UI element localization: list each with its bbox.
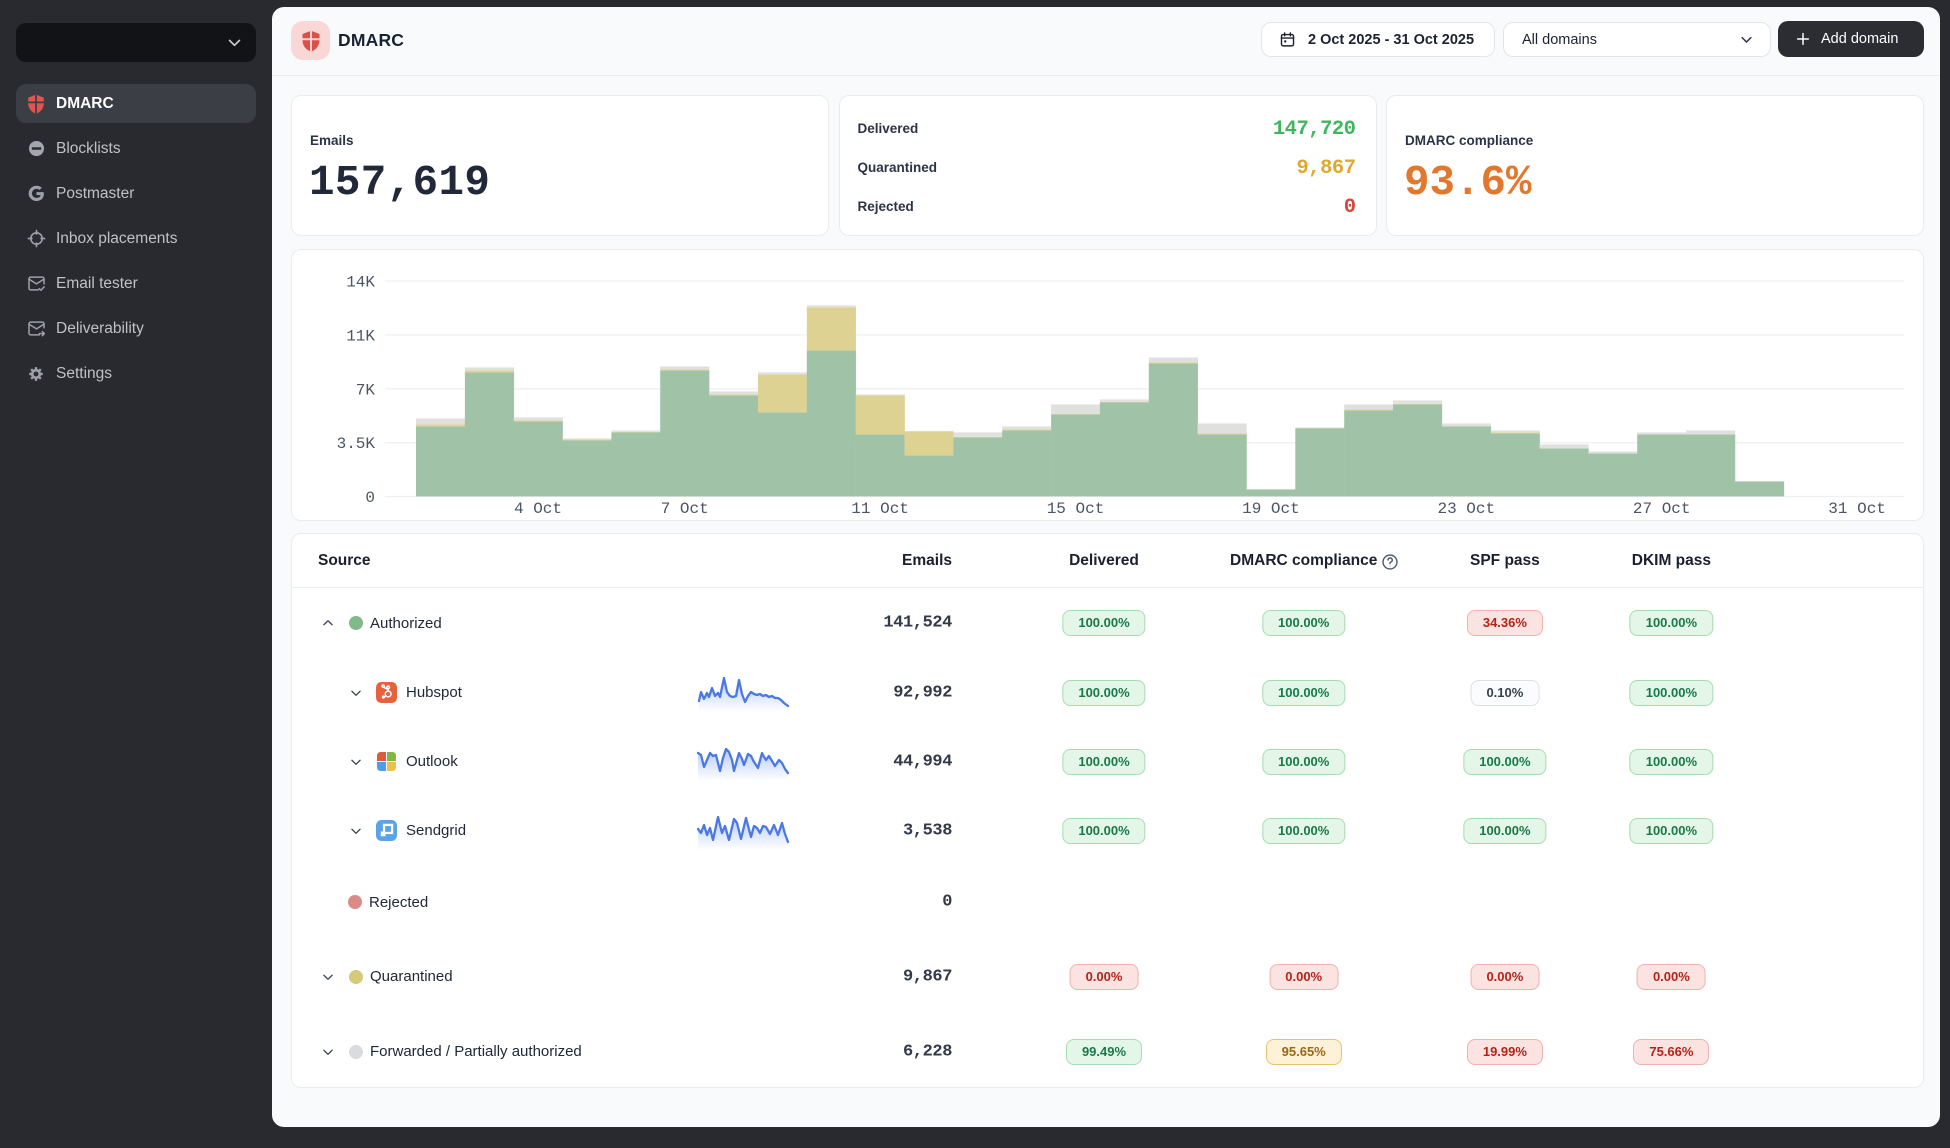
svg-text:14K: 14K <box>346 273 375 291</box>
svg-text:7 Oct: 7 Oct <box>661 500 709 518</box>
svg-text:23 Oct: 23 Oct <box>1437 500 1495 518</box>
svg-text:11K: 11K <box>346 327 375 345</box>
svg-text:4 Oct: 4 Oct <box>514 500 562 518</box>
svg-text:19 Oct: 19 Oct <box>1242 500 1300 518</box>
svg-text:3.5K: 3.5K <box>337 435 376 453</box>
svg-text:11 Oct: 11 Oct <box>851 500 909 518</box>
svg-text:0: 0 <box>365 489 375 507</box>
svg-text:7K: 7K <box>356 381 376 399</box>
svg-text:27 Oct: 27 Oct <box>1633 500 1691 518</box>
svg-text:31 Oct: 31 Oct <box>1828 500 1886 518</box>
svg-text:15 Oct: 15 Oct <box>1047 500 1105 518</box>
